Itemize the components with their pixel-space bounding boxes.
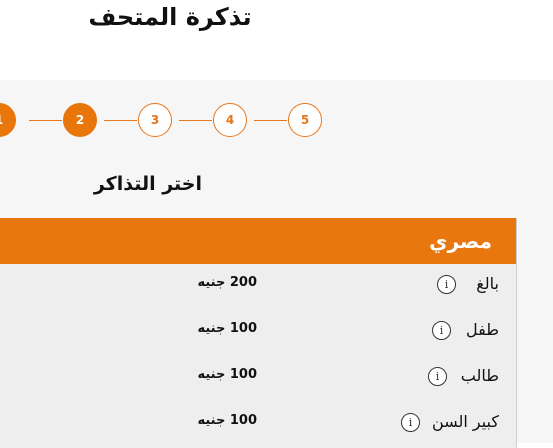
ticket-price: 200 جنيه <box>197 275 257 290</box>
card-header-title: مصري <box>429 229 492 253</box>
card-header: مصري <box>0 218 516 264</box>
ticket-row-adult: بالغ i 200 جنيه <box>0 264 516 310</box>
ticket-name: كبير السن <box>432 412 499 431</box>
ticket-row-student: طالب i 100 جنيه <box>0 356 516 402</box>
step-1[interactable]: 1 <box>0 103 16 137</box>
step-3[interactable]: 3 <box>138 103 172 137</box>
step-connector <box>179 120 212 121</box>
ticket-name: طفل <box>466 320 499 339</box>
info-icon[interactable]: i <box>437 275 456 294</box>
step-2[interactable]: 2 <box>63 103 97 137</box>
info-icon[interactable]: i <box>428 367 447 386</box>
top-header: تذكرة المتحف <box>0 0 553 80</box>
ticket-name: بالغ <box>476 274 499 293</box>
step-4[interactable]: 4 <box>213 103 247 137</box>
page-title: تذكرة المتحف <box>88 3 252 31</box>
ticket-price: 100 جنيه <box>197 413 257 428</box>
info-icon[interactable]: i <box>432 321 451 340</box>
ticket-name: طالب <box>460 366 499 385</box>
step-5[interactable]: 5 <box>288 103 322 137</box>
step-connector <box>29 120 62 121</box>
ticket-price: 100 جنيه <box>197 321 257 336</box>
step-connector <box>254 120 287 121</box>
info-icon[interactable]: i <box>401 413 420 432</box>
step-connector <box>104 120 137 121</box>
ticket-row-child: طفل i 100 جنيه <box>0 310 516 356</box>
section-title: اختر التذاكر <box>93 173 202 195</box>
step-indicator: 1 2 3 4 5 <box>0 103 330 137</box>
ticket-card: مصري بالغ i 200 جنيه طفل i 100 جنيه طالب… <box>0 218 517 448</box>
ticket-price: 100 جنيه <box>197 367 257 382</box>
ticket-row-senior: كبير السن i 100 جنيه <box>0 402 516 448</box>
